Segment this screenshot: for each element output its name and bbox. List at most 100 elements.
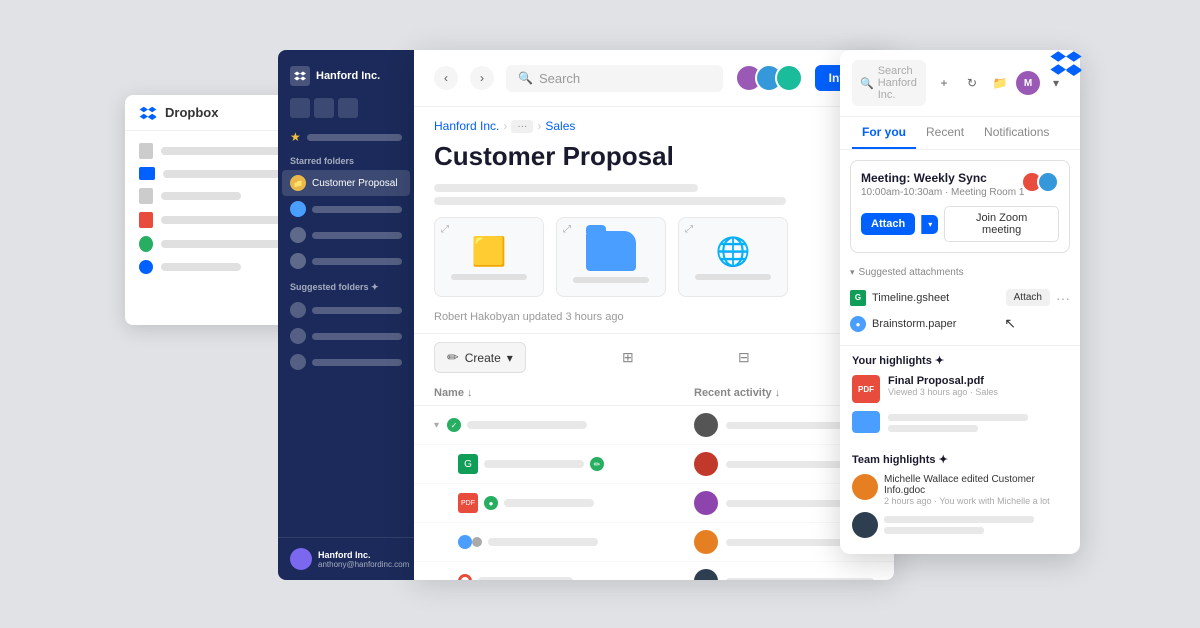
sidebar-item-4[interactable] — [278, 248, 414, 274]
breadcrumb-current[interactable]: Sales — [545, 119, 575, 133]
create-label: Create — [465, 351, 501, 365]
highlight-meta-1: Viewed 3 hours ago · Sales — [888, 387, 1068, 397]
sidebar-icon-1[interactable] — [290, 98, 310, 118]
cursor-icon: ↖ — [1004, 315, 1016, 332]
suggested-item-1[interactable]: G Timeline.gsheet Attach ··· — [850, 284, 1070, 311]
suggested-filename-1: Timeline.gsheet — [872, 292, 1000, 304]
team-bar-2 — [884, 527, 984, 534]
breadcrumb-dots[interactable]: ··· — [511, 120, 533, 133]
suggested-filename-2: Brainstorm.paper — [872, 318, 1070, 330]
breadcrumb-root[interactable]: Hanford Inc. — [434, 119, 499, 133]
sidebar-icon-3[interactable] — [338, 98, 358, 118]
breadcrumb: Hanford Inc. › ··· › Sales — [414, 107, 894, 137]
attach-button[interactable]: Attach — [861, 213, 915, 235]
sidebar-suggested-3[interactable] — [278, 349, 414, 375]
footer-email: anthony@hanfordinc.com — [318, 560, 409, 569]
team-item-2[interactable] — [852, 512, 1068, 538]
dropbox-logo-main — [1050, 50, 1082, 76]
expand-icon: ⤢ — [685, 224, 693, 235]
tab-for-you[interactable]: For you — [852, 117, 916, 149]
highlight-info-2 — [888, 411, 1068, 432]
file-icon — [139, 260, 153, 274]
name-bar — [163, 170, 283, 178]
view-grid-small-button[interactable]: ⊞ — [614, 344, 642, 372]
forward-button[interactable]: › — [470, 66, 494, 90]
meeting-actions: Attach ▾ Join Zoom meeting — [861, 206, 1059, 242]
star-row: ★ — [278, 126, 414, 148]
sidebar-item-2[interactable] — [278, 196, 414, 222]
team-item-1[interactable]: Michelle Wallace edited Customer Info.gd… — [852, 474, 1068, 506]
preview-card-2[interactable]: ⤢ — [556, 217, 666, 297]
team-highlights-title: Team highlights ✦ — [852, 453, 1068, 466]
table-row[interactable]: G ✏ — [414, 445, 894, 484]
item-bar — [312, 359, 402, 366]
table-row[interactable] — [414, 523, 894, 562]
user-avatar — [694, 413, 718, 437]
small-attach-button[interactable]: Attach — [1006, 289, 1050, 306]
item-bar — [312, 333, 402, 340]
user-avatar — [694, 530, 718, 554]
blue-dot-icon — [458, 535, 472, 549]
highlight-item-1[interactable]: PDF Final Proposal.pdf Viewed 3 hours ag… — [852, 375, 1068, 403]
search-bar[interactable]: 🔍 Search — [506, 65, 723, 92]
table-row[interactable]: PDF ● — [414, 484, 894, 523]
tab-recent[interactable]: Recent — [916, 117, 974, 149]
paper-icon: ● — [850, 316, 866, 332]
table-row[interactable] — [414, 562, 894, 580]
name-bar — [504, 499, 594, 507]
footer-info: Hanford Inc. anthony@hanfordinc.com — [318, 550, 409, 569]
sheets-icon: G — [850, 290, 866, 306]
expand-icon: ⤢ — [563, 224, 571, 235]
card-label — [695, 274, 771, 280]
proposal-icon: 📁 — [290, 175, 306, 191]
folder-button[interactable]: 📁 — [988, 71, 1012, 95]
sidebar-suggested-2[interactable] — [278, 323, 414, 349]
back-button[interactable]: ‹ — [434, 66, 458, 90]
team-avatar-2 — [852, 512, 878, 538]
highlights-title: Your highlights ✦ — [852, 354, 1068, 367]
content-toolbar: ✏ Create ▾ ⊞ ⊟ ☰ — [414, 333, 894, 381]
chevron-icon: ▾ — [434, 420, 439, 431]
breadcrumb-sep: › — [503, 119, 507, 133]
suggested-item-2[interactable]: ● Brainstorm.paper ↖ — [850, 311, 1070, 337]
highlight-bar-2 — [888, 425, 978, 432]
sidebar-bar — [307, 134, 402, 141]
create-button[interactable]: ✏ Create ▾ — [434, 342, 526, 373]
main-sidebar: Hanford Inc. ★ Starred folders 📁 Custome… — [278, 50, 414, 580]
join-zoom-button[interactable]: Join Zoom meeting — [944, 206, 1059, 242]
search-icon: 🔍 — [518, 71, 533, 85]
sidebar-suggested-1[interactable] — [278, 297, 414, 323]
panel-tabs: For you Recent Notifications — [840, 117, 1080, 150]
meeting-avatar-2 — [1037, 171, 1059, 193]
view-grid-button[interactable]: ⊟ — [730, 344, 758, 372]
sidebar-icon-2[interactable] — [314, 98, 334, 118]
sidebar-item-proposal[interactable]: 📁 Customer Proposal — [282, 170, 410, 196]
team-info-1: Michelle Wallace edited Customer Info.gd… — [884, 474, 1068, 506]
dropbox-logo-bg — [139, 106, 157, 120]
highlight-item-2[interactable] — [852, 411, 1068, 433]
placeholder-bar — [434, 197, 786, 205]
team-avatar-1 — [852, 474, 878, 500]
preview-placeholders — [414, 184, 894, 213]
table-row[interactable]: ▾ ✓ — [414, 406, 894, 445]
content-header: ‹ › 🔍 Search Invite — [414, 50, 894, 107]
preview-card-1[interactable]: ⤢ 🟨 — [434, 217, 544, 297]
panel-search-bar[interactable]: 🔍 Search Hanford Inc. — [852, 60, 926, 106]
user-avatar — [694, 452, 718, 476]
folder-icon — [290, 328, 306, 344]
sidebar-footer: Hanford Inc. anthony@hanfordinc.com — [278, 537, 414, 580]
refresh-button[interactable]: ↻ — [960, 71, 984, 95]
tab-notifications[interactable]: Notifications — [974, 117, 1059, 149]
attach-dropdown-button[interactable]: ▾ — [921, 215, 938, 234]
more-options-button[interactable]: ··· — [1056, 290, 1070, 306]
item-bar — [312, 206, 402, 213]
card-icon-3: 🌐 — [716, 235, 751, 268]
create-chevron-icon: ▾ — [507, 351, 513, 365]
file-name-cell — [458, 574, 686, 580]
preview-card-3[interactable]: ⤢ 🌐 — [678, 217, 788, 297]
sidebar-item-3[interactable] — [278, 222, 414, 248]
folder-icon — [290, 302, 306, 318]
add-button[interactable]: + — [932, 71, 956, 95]
panel-actions: + ↻ 📁 M ▾ — [932, 71, 1068, 95]
suggested-label: Suggested attachments — [859, 267, 964, 278]
